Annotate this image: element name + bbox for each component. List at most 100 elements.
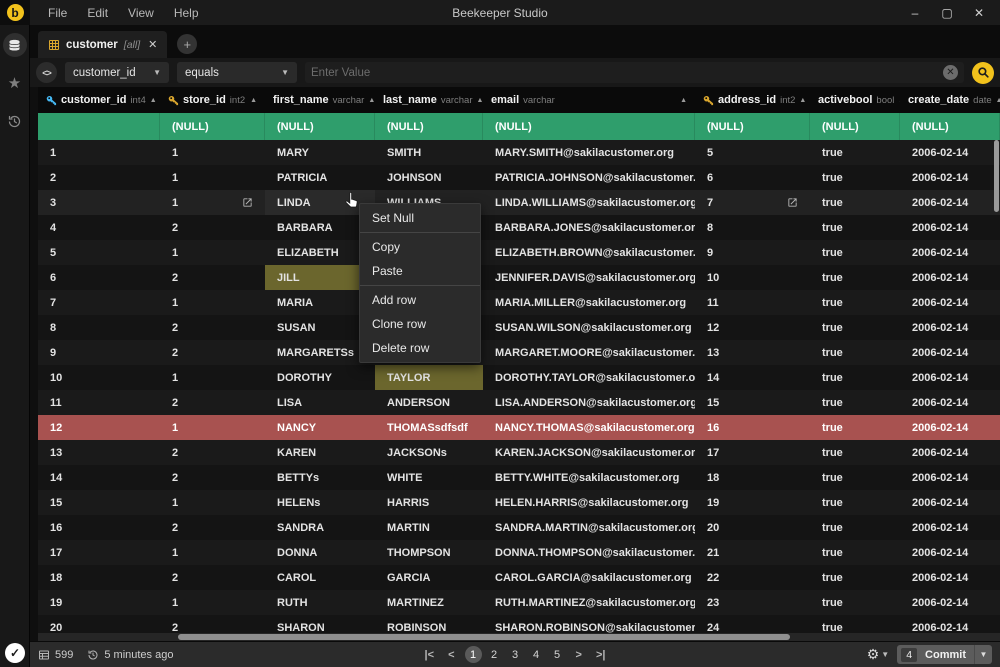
table-cell[interactable]: TAYLOR — [375, 365, 483, 390]
table-cell[interactable]: 2006-02-14 — [900, 140, 1000, 165]
table-cell[interactable]: THOMASsdfsdf — [375, 415, 483, 440]
clear-filter-icon[interactable]: ✕ — [943, 65, 958, 80]
insert-cell[interactable]: (NULL) — [160, 113, 265, 140]
table-cell[interactable]: NANCY — [265, 415, 375, 440]
table-cell[interactable]: 18 — [38, 565, 160, 590]
insert-cell[interactable]: (NULL) — [695, 113, 810, 140]
table-cell[interactable]: MARY.SMITH@sakilacustomer.org — [483, 140, 695, 165]
page-button-3[interactable]: 3 — [507, 646, 524, 663]
table-cell[interactable]: MARIA.MILLER@sakilacustomer.org — [483, 290, 695, 315]
table-cell[interactable]: PATRICIA — [265, 165, 375, 190]
table-cell[interactable]: 12 — [695, 315, 810, 340]
column-header-customer_id[interactable]: customer_idint4▲ — [38, 87, 160, 113]
context-menu-item-clone-row[interactable]: Clone row — [360, 312, 480, 336]
table-cell[interactable]: true — [810, 490, 900, 515]
table-cell[interactable]: 2006-02-14 — [900, 365, 1000, 390]
table-cell[interactable]: DONNA.THOMPSON@sakilacustomer.org — [483, 540, 695, 565]
table-row[interactable]: 82SUSANWILSONSUSAN.WILSON@sakilacustomer… — [38, 315, 1000, 340]
table-cell[interactable]: 10 — [38, 365, 160, 390]
table-cell[interactable]: 11 — [38, 390, 160, 415]
column-header-last_name[interactable]: last_namevarchar▲ — [375, 87, 483, 113]
table-cell[interactable]: 2 — [38, 165, 160, 190]
table-row[interactable]: 132KARENJACKSONsKAREN.JACKSON@sakilacust… — [38, 440, 1000, 465]
filter-value-input[interactable] — [311, 67, 943, 79]
table-cell[interactable]: SUSAN.WILSON@sakilacustomer.org — [483, 315, 695, 340]
menu-help[interactable]: Help — [164, 2, 209, 24]
table-cell[interactable]: 2006-02-14 — [900, 340, 1000, 365]
minimize-button[interactable]: – — [904, 4, 926, 22]
table-cell[interactable]: 6 — [38, 265, 160, 290]
table-cell[interactable]: 17 — [38, 540, 160, 565]
table-cell[interactable]: 18 — [695, 465, 810, 490]
table-row[interactable]: 71MARIAMILLERMARIA.MILLER@sakilacustomer… — [38, 290, 1000, 315]
table-cell[interactable]: 2006-02-14 — [900, 590, 1000, 615]
table-cell[interactable]: MARTINEZ — [375, 590, 483, 615]
table-cell[interactable]: 1 — [160, 290, 265, 315]
table-cell[interactable]: 2006-02-14 — [900, 240, 1000, 265]
table-cell[interactable]: PATRICIA.JOHNSON@sakilacustomer.org — [483, 165, 695, 190]
column-header-activebool[interactable]: activeboolbool▲ — [810, 87, 900, 113]
table-cell[interactable]: 2 — [160, 265, 265, 290]
table-cell[interactable]: true — [810, 140, 900, 165]
filter-operator-select[interactable]: equals ▼ — [177, 62, 297, 83]
table-cell[interactable]: true — [810, 465, 900, 490]
table-cell[interactable]: true — [810, 440, 900, 465]
table-cell[interactable]: 12 — [38, 415, 160, 440]
table-cell[interactable]: 15 — [695, 390, 810, 415]
menu-file[interactable]: File — [38, 2, 77, 24]
table-cell[interactable]: true — [810, 165, 900, 190]
table-cell[interactable]: 2006-02-14 — [900, 565, 1000, 590]
table-cell[interactable]: 16 — [38, 515, 160, 540]
table-cell[interactable]: 1 — [160, 365, 265, 390]
table-cell[interactable]: 1 — [160, 415, 265, 440]
table-cell[interactable]: 2 — [160, 440, 265, 465]
table-cell[interactable]: JENNIFER.DAVIS@sakilacustomer.org — [483, 265, 695, 290]
favorites-star-icon[interactable]: ★ — [3, 71, 27, 95]
table-cell[interactable]: 6 — [695, 165, 810, 190]
table-cell[interactable]: true — [810, 415, 900, 440]
tab-customer[interactable]: customer [all] ✕ — [38, 31, 167, 58]
sort-asc-icon[interactable]: ▲ — [799, 97, 806, 104]
table-cell[interactable]: LISA.ANDERSON@sakilacustomer.org — [483, 390, 695, 415]
table-cell[interactable]: ANDERSON — [375, 390, 483, 415]
table-cell[interactable]: true — [810, 565, 900, 590]
pending-insert-row[interactable]: (NULL)(NULL)(NULL)(NULL)(NULL)(NULL)(NUL… — [38, 113, 1000, 140]
table-cell[interactable]: 3 — [38, 190, 160, 215]
table-cell[interactable]: 2 — [160, 315, 265, 340]
table-row[interactable]: 11MARYSMITHMARY.SMITH@sakilacustomer.org… — [38, 140, 1000, 165]
table-cell[interactable]: LISA — [265, 390, 375, 415]
insert-cell[interactable]: (NULL) — [900, 113, 1000, 140]
tab-close-icon[interactable]: ✕ — [148, 38, 157, 51]
table-cell[interactable]: WHITE — [375, 465, 483, 490]
table-cell[interactable]: true — [810, 590, 900, 615]
table-cell[interactable]: SANDRA.MARTIN@sakilacustomer.org — [483, 515, 695, 540]
table-row[interactable]: 121NANCYTHOMASsdfsdfNANCY.THOMAS@sakilac… — [38, 415, 1000, 440]
table-cell[interactable]: true — [810, 240, 900, 265]
apply-filter-button[interactable] — [972, 62, 994, 84]
table-cell[interactable]: CAROL.GARCIA@sakilacustomer.org — [483, 565, 695, 590]
expand-cell-icon[interactable] — [787, 197, 798, 208]
table-cell[interactable]: true — [810, 365, 900, 390]
database-tables-icon[interactable] — [3, 33, 27, 57]
menu-edit[interactable]: Edit — [77, 2, 118, 24]
insert-cell[interactable]: (NULL) — [483, 113, 695, 140]
commit-button[interactable]: 4 Commit ▼ — [897, 645, 992, 664]
table-cell[interactable]: true — [810, 215, 900, 240]
table-cell[interactable]: HARRIS — [375, 490, 483, 515]
table-row[interactable]: 101DOROTHYTAYLORDOROTHY.TAYLOR@sakilacus… — [38, 365, 1000, 390]
context-menu-item-add-row[interactable]: Add row — [360, 288, 480, 312]
column-header-address_id[interactable]: address_idint2▲ — [695, 87, 810, 113]
table-cell[interactable]: GARCIA — [375, 565, 483, 590]
table-cell[interactable]: MARGARET.MOORE@sakilacustomer.org — [483, 340, 695, 365]
table-cell[interactable]: 2006-02-14 — [900, 315, 1000, 340]
table-row[interactable]: 142BETTYsWHITEBETTY.WHITE@sakilacustomer… — [38, 465, 1000, 490]
context-menu-item-set-null[interactable]: Set Null — [360, 206, 480, 230]
table-cell[interactable]: true — [810, 390, 900, 415]
table-cell[interactable]: 2 — [160, 340, 265, 365]
table-row[interactable]: 51ELIZABETHBROWNELIZABETH.BROWN@sakilacu… — [38, 240, 1000, 265]
insert-cell[interactable]: (NULL) — [265, 113, 375, 140]
table-cell[interactable]: 16 — [695, 415, 810, 440]
table-cell[interactable]: JOHNSON — [375, 165, 483, 190]
table-cell[interactable]: 20 — [695, 515, 810, 540]
new-tab-button[interactable]: + — [177, 34, 197, 54]
